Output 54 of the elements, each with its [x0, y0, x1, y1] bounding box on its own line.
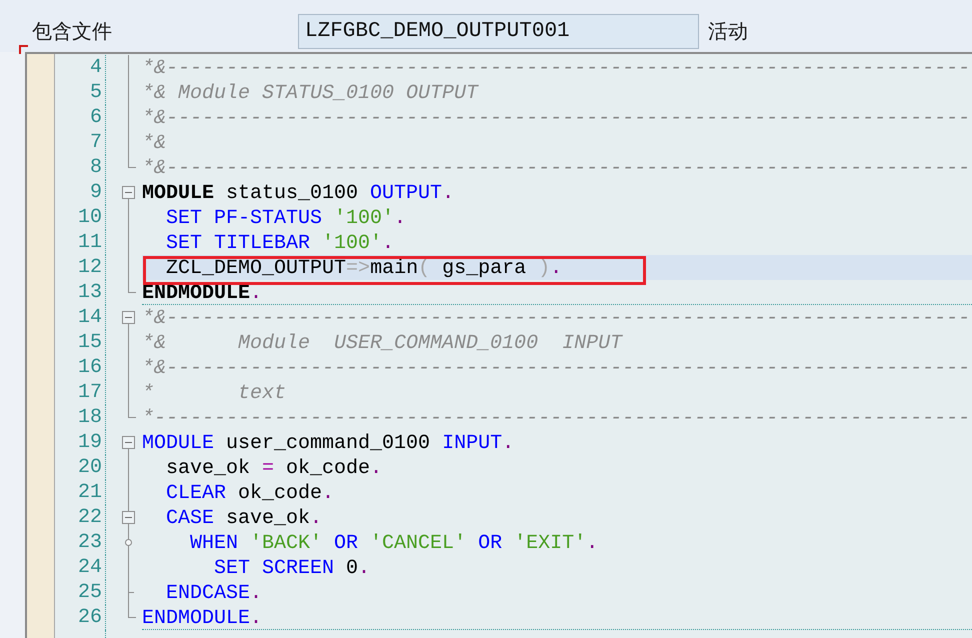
line-number: 15 — [78, 330, 102, 355]
code-line: *&------------------------------------------------------------------- — [142, 107, 970, 130]
line-number: 20 — [78, 455, 102, 480]
collapse-icon[interactable] — [122, 311, 135, 324]
line-number: 16 — [78, 355, 102, 380]
code-line: SET SCREEN 0. — [213, 557, 370, 580]
field-label: 包含文件 — [32, 20, 112, 44]
line-number: 7 — [90, 130, 102, 155]
line-number: 21 — [78, 480, 102, 505]
code-line: MODULE status_0100 OUTPUT. — [142, 182, 454, 205]
line-number: 14 — [78, 305, 102, 330]
code-line: SET PF-STATUS '100'. — [165, 207, 406, 230]
line-number: 25 — [78, 580, 102, 605]
line-number: 9 — [90, 180, 102, 205]
line-number: 11 — [78, 230, 102, 255]
line-number: 18 — [78, 405, 102, 430]
code-line: *&------------------------------------------------------------------- — [142, 157, 970, 180]
collapse-icon[interactable] — [122, 186, 135, 199]
code-line: * text — [142, 382, 286, 405]
code-line: CASE save_ok. — [165, 507, 322, 530]
code-line: *& — [142, 132, 166, 155]
line-number: 26 — [78, 605, 102, 630]
code-line: *& Module STATUS_0100 OUTPUT — [142, 82, 478, 105]
code-line: save_ok = ok_code. — [165, 457, 382, 480]
line-number: 22 — [78, 505, 102, 530]
code-line: *& Module USER_COMMAND_0100 INPUT — [142, 332, 622, 355]
line-number: 13 — [78, 280, 102, 305]
line-number: 4 — [90, 55, 102, 80]
collapse-icon[interactable] — [122, 436, 135, 449]
line-number: 5 — [90, 80, 102, 105]
code-line: CLEAR ok_code. — [165, 482, 334, 505]
code-line: *&------------------------------------------------------------------- — [142, 57, 970, 80]
code-line: *-------------------------------------------------------------------- — [142, 407, 970, 430]
code-line: *&------------------------------------------------------------------- — [142, 307, 970, 330]
line-number: 10 — [78, 205, 102, 230]
code-line: ENDMODULE. — [142, 282, 262, 305]
code-line: MODULE user_command_0100 INPUT. — [142, 432, 514, 455]
corner-bracket-icon — [19, 45, 28, 54]
line-number: 8 — [90, 155, 102, 180]
code-line: SET TITLEBAR '100'. — [165, 232, 394, 255]
file-name-field[interactable]: LZFGBC_DEMO_OUTPUT001 — [298, 14, 699, 49]
collapse-icon[interactable] — [122, 511, 135, 524]
line-number: 6 — [90, 105, 102, 130]
code-line: WHEN 'BACK' OR 'CANCEL' OR 'EXIT'. — [189, 532, 598, 555]
status-label: 活动 — [708, 20, 748, 44]
line-number: 19 — [78, 430, 102, 455]
line-number: 17 — [78, 380, 102, 405]
code-line: *&------------------------------------------------------------------- — [142, 357, 970, 380]
code-line: ZCL_DEMO_OUTPUT=>main( gs_para ). — [165, 257, 562, 280]
code-line: ENDMODULE. — [142, 607, 262, 630]
code-line: ENDCASE. — [165, 582, 262, 605]
line-number: 24 — [78, 555, 102, 580]
line-number: 12 — [78, 255, 102, 280]
line-number: 23 — [78, 530, 102, 555]
